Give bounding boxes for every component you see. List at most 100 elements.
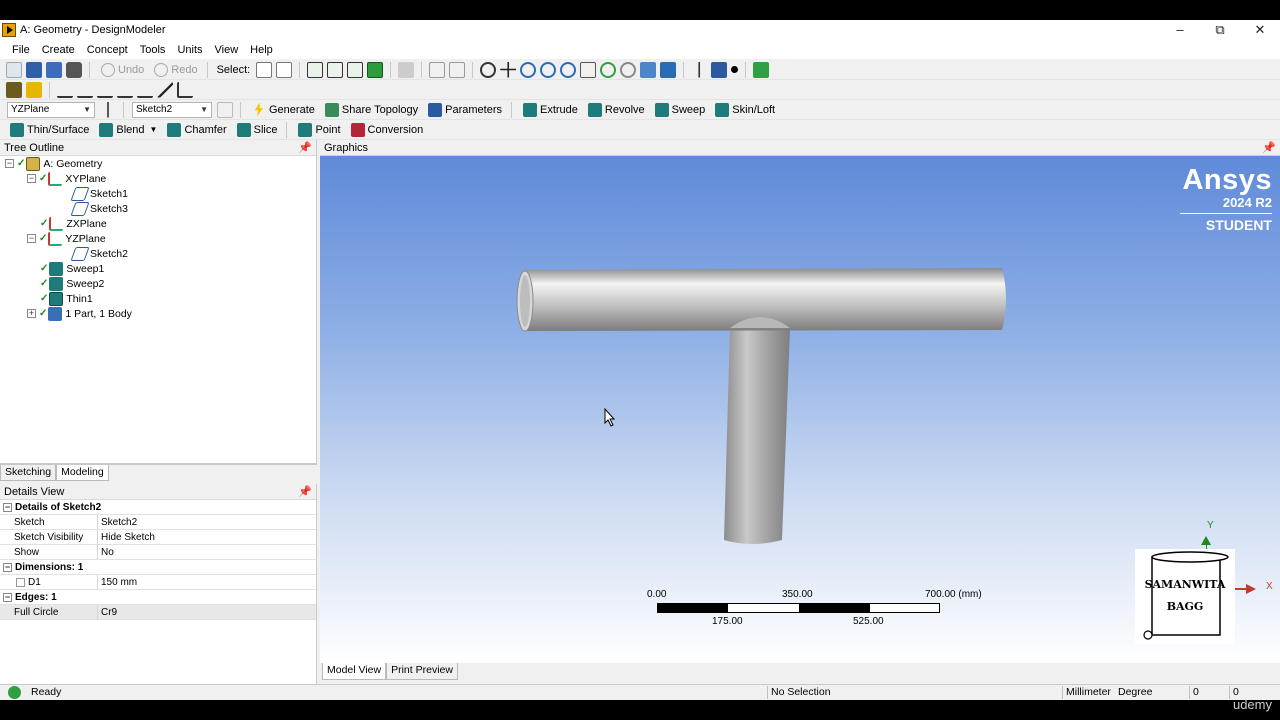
graphics-viewport[interactable]: Ansys 2024 R2 STUDENT 0.00 350.00 700.00…: [320, 156, 1280, 663]
details-row-sketch-visibility[interactable]: Sketch Visibility Hide Sketch: [0, 529, 316, 545]
menu-file[interactable]: File: [6, 44, 36, 56]
isometric-view-icon[interactable]: [640, 61, 657, 78]
skin-loft-button[interactable]: Skin/Loft: [709, 102, 779, 117]
status-angle-unit[interactable]: Degree: [1118, 685, 1152, 700]
collapse-icon[interactable]: −: [3, 502, 12, 512]
select-all-icon[interactable]: [429, 61, 446, 78]
menu-tools[interactable]: Tools: [134, 44, 172, 56]
select-faces-icon[interactable]: [347, 61, 364, 78]
minimize-button[interactable]: –: [1160, 20, 1200, 40]
menu-concept[interactable]: Concept: [81, 44, 134, 56]
previous-view-icon[interactable]: [600, 61, 617, 78]
wand-icon[interactable]: [157, 81, 173, 98]
plane-selector[interactable]: YZPlane ▼: [7, 101, 95, 118]
tab-model-view[interactable]: Model View: [322, 663, 387, 680]
look-at-icon[interactable]: [753, 61, 770, 78]
triad-icon[interactable]: [698, 61, 701, 78]
thicken-edges-icon[interactable]: [117, 82, 133, 98]
details-group-edges[interactable]: − Edges: 1: [0, 590, 316, 605]
save-icon[interactable]: [26, 61, 42, 78]
rotate-icon[interactable]: [480, 61, 497, 78]
menu-units[interactable]: Units: [171, 44, 208, 56]
new-file-icon[interactable]: [6, 61, 22, 78]
menu-help[interactable]: Help: [244, 44, 279, 56]
graphics-options-icon[interactable]: [6, 81, 22, 98]
undo-button[interactable]: Undo: [95, 62, 148, 77]
slice-button[interactable]: Slice: [231, 122, 282, 137]
collapse-icon[interactable]: −: [3, 592, 12, 602]
zoom-box-icon[interactable]: [540, 61, 557, 78]
cross-section-icon[interactable]: [177, 81, 193, 98]
generate-button[interactable]: Generate: [246, 102, 319, 117]
pin-icon[interactable]: 📌: [298, 485, 312, 498]
thin-surface-button[interactable]: Thin/Surface: [4, 122, 93, 137]
clear-selection-icon[interactable]: [449, 61, 466, 78]
status-units[interactable]: Millimeter: [1066, 685, 1111, 700]
tree-item-sketch2[interactable]: Sketch2: [70, 246, 128, 261]
sketch-selector[interactable]: Sketch2 ▼: [132, 101, 212, 118]
point-button[interactable]: Point: [292, 122, 344, 137]
edge-color-icon[interactable]: [77, 82, 93, 98]
tree-item-thin1[interactable]: ✓ Thin1: [40, 291, 93, 306]
tree-item-xyplane[interactable]: − ✓ XYPlane: [27, 171, 106, 186]
edge-direction-icon[interactable]: [57, 82, 73, 98]
tree-item-geometry[interactable]: − ✓ A: Geometry: [5, 156, 102, 171]
collapse-icon[interactable]: −: [27, 234, 36, 243]
parameters-button[interactable]: Parameters: [422, 102, 506, 117]
select-bodies-icon[interactable]: [367, 61, 384, 78]
next-view-icon[interactable]: [620, 61, 637, 78]
details-row-sketch[interactable]: Sketch Sketch2: [0, 514, 316, 530]
tree-item-sketch1[interactable]: Sketch1: [70, 186, 128, 201]
new-plane-icon[interactable]: [107, 101, 109, 118]
tree-item-parts[interactable]: + ✓ 1 Part, 1 Body: [27, 306, 132, 321]
display-model-icon[interactable]: [711, 61, 728, 78]
details-row-d1[interactable]: D1 150 mm: [0, 574, 316, 590]
chamfer-button[interactable]: Chamfer: [161, 122, 230, 137]
extrude-button[interactable]: Extrude: [517, 102, 582, 117]
save-as-icon[interactable]: [46, 61, 62, 78]
restore-button[interactable]: ⧉: [1200, 20, 1240, 40]
pin-icon[interactable]: 📌: [1262, 141, 1276, 154]
tree-item-yzplane[interactable]: − ✓ YZPlane: [27, 231, 106, 246]
face-edge-display-icon[interactable]: [26, 81, 42, 98]
zoom-icon[interactable]: [520, 61, 537, 78]
pin-icon[interactable]: 📌: [298, 141, 312, 154]
magnifier-window-icon[interactable]: [580, 61, 597, 78]
extend-selection-icon[interactable]: [398, 61, 415, 78]
screenshot-icon[interactable]: [66, 61, 82, 78]
details-value[interactable]: Sketch2: [101, 515, 137, 530]
collapse-icon[interactable]: −: [5, 159, 14, 168]
select-type-icon[interactable]: [276, 61, 293, 78]
pan-icon[interactable]: [500, 61, 517, 78]
details-group-dimensions[interactable]: − Dimensions: 1: [0, 560, 316, 575]
details-value[interactable]: No: [101, 545, 114, 560]
expand-icon[interactable]: +: [27, 309, 36, 318]
conversion-button[interactable]: Conversion: [345, 122, 428, 137]
select-points-icon[interactable]: [307, 61, 324, 78]
zoom-fit-icon[interactable]: [560, 61, 577, 78]
vertex-display-icon[interactable]: [97, 82, 113, 98]
select-edges-icon[interactable]: [327, 61, 344, 78]
share-topology-button[interactable]: Share Topology: [319, 102, 422, 117]
tree-item-sweep2[interactable]: ✓ Sweep2: [40, 276, 104, 291]
details-row-show-constraints[interactable]: Show Constraints? No: [0, 544, 316, 560]
tree-item-sketch3[interactable]: Sketch3: [70, 201, 128, 216]
menu-create[interactable]: Create: [36, 44, 81, 56]
tab-print-preview[interactable]: Print Preview: [386, 663, 458, 680]
close-button[interactable]: ✕: [1240, 20, 1280, 40]
display-plane-icon[interactable]: [660, 61, 677, 78]
edge-joints-icon[interactable]: [137, 82, 153, 98]
revolve-button[interactable]: Revolve: [582, 102, 649, 117]
blend-button[interactable]: Blend ▼: [93, 122, 161, 137]
details-value[interactable]: Hide Sketch: [101, 530, 155, 545]
collapse-icon[interactable]: −: [3, 562, 12, 572]
menu-view[interactable]: View: [209, 44, 245, 56]
details-group-sketch2[interactable]: − Details of Sketch2: [0, 500, 316, 515]
details-value[interactable]: Cr9: [101, 605, 117, 620]
tab-modeling[interactable]: Modeling: [56, 465, 109, 481]
redo-button[interactable]: Redo: [148, 62, 201, 77]
tree-item-sweep1[interactable]: ✓ Sweep1: [40, 261, 104, 276]
details-value[interactable]: 150 mm: [101, 575, 137, 590]
select-mode-icon[interactable]: [256, 61, 273, 78]
sweep-button[interactable]: Sweep: [649, 102, 710, 117]
